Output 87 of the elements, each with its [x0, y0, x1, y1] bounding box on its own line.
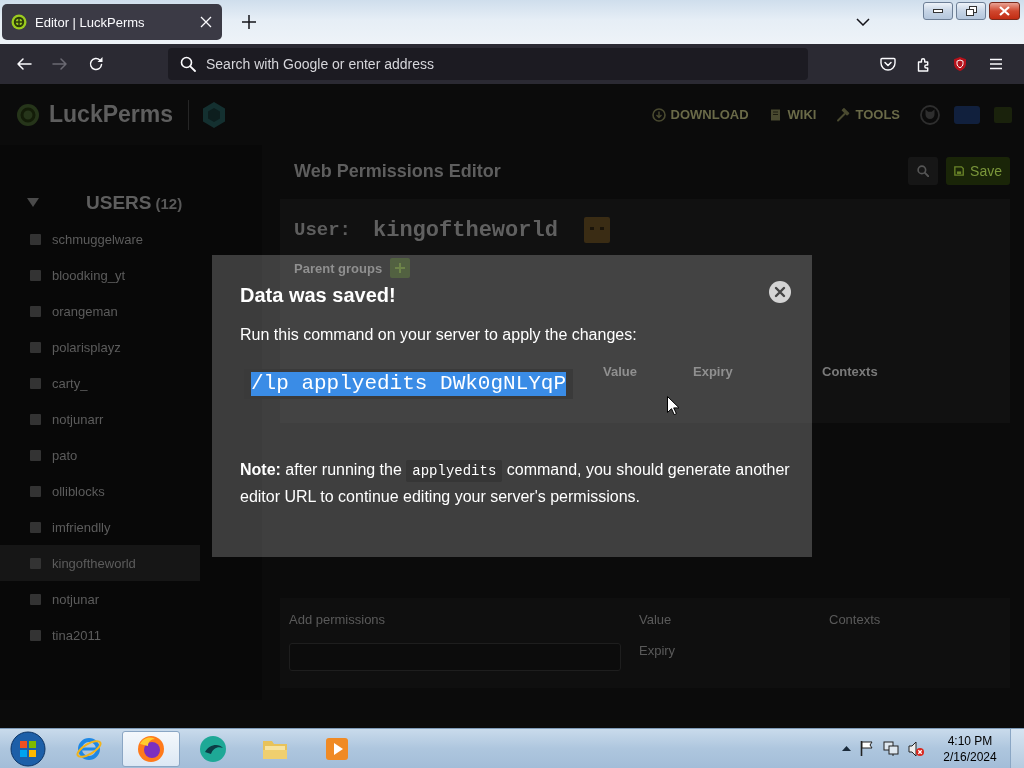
avatar-icon: [583, 217, 610, 243]
avatar-icon: [30, 449, 41, 461]
avatar-icon: [30, 269, 41, 281]
hexagon-icon: [202, 100, 226, 129]
user-item[interactable]: notjunar: [0, 581, 200, 617]
plus-icon: [395, 263, 406, 273]
user-item[interactable]: tina2011: [0, 617, 200, 653]
avatar-icon: [30, 377, 41, 389]
four-squares-orb-icon: [10, 730, 46, 767]
pocket-icon: [880, 56, 896, 72]
field-label: Expiry: [639, 643, 676, 658]
column-header: Expiry: [693, 364, 734, 379]
nav-link[interactable]: DOWNLOAD: [651, 107, 749, 122]
user-item[interactable]: olliblocks: [0, 473, 200, 509]
user-count: (12): [155, 194, 183, 212]
tile-icon[interactable]: [954, 105, 980, 124]
instruction-text: Run this command on your server to apply the changes:: [240, 325, 638, 345]
back-arrow-icon: [16, 56, 32, 72]
clock-date[interactable]: 2/16/2024: [943, 748, 997, 765]
field-label: Contexts: [829, 612, 881, 627]
close-window-button[interactable]: [989, 2, 1020, 20]
user-item[interactable]: carty_: [0, 365, 200, 401]
avatar-icon: [30, 521, 41, 533]
user-item[interactable]: schmuggelware: [0, 221, 200, 257]
shield-icon: [952, 56, 968, 72]
section-title: USERS: [86, 192, 152, 214]
browser-tab[interactable]: Editor | LuckPerms: [2, 4, 222, 40]
user-item[interactable]: polarisplayz: [0, 329, 200, 365]
avatar-icon: [30, 341, 41, 353]
ring-logo-icon: [17, 103, 39, 126]
avatar-icon: [30, 485, 41, 497]
restore-button[interactable]: [956, 2, 986, 20]
field-label: Value: [639, 612, 672, 627]
minimize-button[interactable]: [923, 2, 953, 20]
chevron-down-icon[interactable]: [856, 18, 870, 26]
avatar-icon: [30, 413, 41, 425]
flag-icon[interactable]: [860, 741, 874, 756]
user-item[interactable]: notjunarr: [0, 401, 200, 437]
editor-title: Web Permissions Editor: [293, 160, 501, 182]
close-icon[interactable]: [769, 281, 791, 303]
reload-icon: [88, 56, 104, 72]
avatar-icon: [30, 557, 41, 569]
clock-time[interactable]: 4:10 PM: [947, 732, 993, 749]
logo-wordmark: LuckPerms: [49, 101, 173, 128]
column-header: Contexts: [822, 364, 879, 379]
crescent-icon: [199, 734, 227, 763]
favicon-icon: [11, 14, 27, 30]
taskbar-app-button[interactable]: [122, 730, 180, 767]
speaker-muted-icon[interactable]: [908, 740, 924, 757]
avatar-icon: [30, 233, 41, 245]
caret-up-icon[interactable]: [842, 746, 851, 751]
minimize-icon: [933, 9, 943, 13]
user-name: kingoftheworld: [373, 217, 558, 243]
search-icon: [917, 165, 929, 177]
plus-icon: [242, 15, 256, 29]
book-icon: [768, 107, 783, 122]
nav-link[interactable]: TOOLS: [836, 107, 900, 122]
close-icon[interactable]: [200, 16, 212, 28]
search-icon: [180, 56, 196, 72]
user-item[interactable]: pato: [0, 437, 200, 473]
mouse-pointer-icon: [667, 396, 679, 415]
dialog-title: Data was saved!: [240, 283, 396, 307]
field-label: Parent groups: [294, 260, 383, 276]
avatar-icon: [30, 593, 41, 605]
nav-link[interactable]: WIKI: [768, 107, 817, 122]
forward-arrow-icon: [52, 56, 68, 72]
floppy-icon: [954, 165, 965, 177]
user-item[interactable]: orangeman: [0, 293, 200, 329]
user-item[interactable]: bloodking_yt: [0, 257, 200, 293]
restore-icon: [965, 6, 977, 16]
column-header: Value: [603, 364, 638, 379]
note-text: Note: after running the applyedits command, you should generate another editor URL to continue editing your server's permissions.: [240, 459, 791, 507]
avatar-icon: [30, 305, 41, 317]
fire-globe-icon: [137, 734, 165, 763]
field-label: Add permissions: [289, 612, 386, 627]
hammer-icon: [836, 107, 851, 122]
save-button[interactable]: Save: [946, 157, 1010, 185]
user-item[interactable]: kingoftheworld: [0, 545, 200, 581]
user-label: User:: [294, 219, 351, 241]
search-button[interactable]: [908, 157, 938, 185]
user-item[interactable]: imfriendlly: [0, 509, 200, 545]
avatar-icon: [30, 629, 41, 641]
menu-icon: [988, 56, 1004, 72]
address-bar[interactable]: Search with Google or enter address: [168, 48, 808, 80]
network-icon[interactable]: [883, 741, 899, 756]
close-icon: [999, 6, 1010, 16]
download-icon: [651, 107, 666, 122]
